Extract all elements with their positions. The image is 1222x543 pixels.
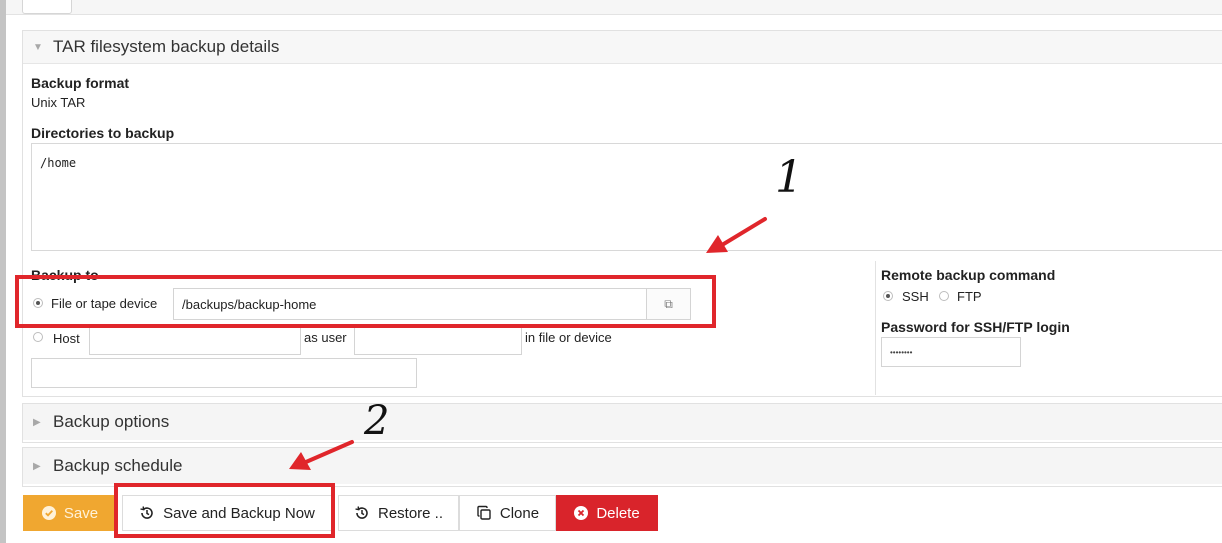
backup-options-section[interactable]: ▶ Backup options bbox=[22, 403, 1222, 443]
save-button[interactable]: Save bbox=[23, 495, 117, 531]
save-backup-now-label: Save and Backup Now bbox=[163, 504, 315, 522]
backup-to-label: Backup to bbox=[31, 267, 99, 283]
caret-down-icon: ▼ bbox=[33, 41, 43, 53]
delete-button[interactable]: Delete bbox=[556, 495, 658, 531]
host-option-label: Host bbox=[53, 331, 80, 346]
backup-schedule-section[interactable]: ▶ Backup schedule bbox=[22, 447, 1222, 487]
backup-options-title: Backup options bbox=[53, 412, 170, 431]
ssh-option-label: SSH bbox=[902, 289, 929, 304]
clone-button[interactable]: Clone bbox=[459, 495, 556, 531]
caret-right-icon: ▶ bbox=[33, 460, 41, 472]
backup-schedule-title: Backup schedule bbox=[53, 456, 183, 475]
top-tab-stub bbox=[22, 0, 72, 14]
history-icon bbox=[354, 505, 370, 521]
password-input[interactable]: •••••••• bbox=[881, 337, 1021, 367]
host-input[interactable] bbox=[89, 325, 301, 355]
top-strip bbox=[6, 0, 1222, 15]
history-icon bbox=[139, 505, 155, 521]
ssh-radio[interactable] bbox=[883, 291, 893, 301]
save-button-label: Save bbox=[63, 504, 99, 522]
backup-format-value: Unix TAR bbox=[31, 95, 86, 110]
file-device-option-label: File or tape device bbox=[51, 296, 158, 311]
check-circle-icon bbox=[41, 506, 56, 520]
copy-icon: ⧉ bbox=[664, 296, 673, 311]
copy-button[interactable]: ⧉ bbox=[647, 288, 691, 320]
as-user-label: as user bbox=[304, 330, 347, 345]
remote-command-label: Remote backup command bbox=[881, 267, 1056, 283]
clone-icon bbox=[476, 505, 492, 521]
page-left-border bbox=[0, 0, 6, 543]
column-divider bbox=[875, 261, 876, 395]
host-radio[interactable] bbox=[33, 332, 43, 342]
password-label: Password for SSH/FTP login bbox=[881, 319, 1070, 335]
backup-options-header[interactable]: ▶ Backup options bbox=[23, 404, 1222, 440]
restore-button-label: Restore .. bbox=[377, 504, 444, 522]
user-input[interactable] bbox=[354, 325, 522, 355]
file-device-input[interactable]: /backups/backup-home bbox=[173, 288, 647, 320]
file-device-radio[interactable] bbox=[33, 298, 43, 308]
caret-right-icon: ▶ bbox=[33, 416, 41, 428]
backup-format-label: Backup format bbox=[31, 75, 130, 91]
times-circle-icon bbox=[574, 506, 589, 520]
ftp-option-label: FTP bbox=[957, 289, 982, 304]
clone-button-label: Clone bbox=[499, 504, 540, 522]
delete-button-label: Delete bbox=[596, 504, 640, 522]
remote-file-input[interactable] bbox=[31, 358, 417, 388]
in-file-label: in file or device bbox=[525, 330, 612, 345]
details-section-header[interactable]: ▼ TAR filesystem backup details bbox=[23, 31, 1222, 64]
save-backup-now-button[interactable]: Save and Backup Now bbox=[122, 495, 332, 531]
ftp-radio[interactable] bbox=[939, 291, 949, 301]
details-section-title: TAR filesystem backup details bbox=[53, 37, 280, 56]
directories-label: Directories to backup bbox=[31, 125, 175, 141]
backup-schedule-header[interactable]: ▶ Backup schedule bbox=[23, 448, 1222, 484]
details-section: ▼ TAR filesystem backup details Backup f… bbox=[22, 30, 1222, 397]
restore-button[interactable]: Restore .. bbox=[338, 495, 459, 531]
directories-textarea[interactable]: /home bbox=[31, 143, 1222, 251]
